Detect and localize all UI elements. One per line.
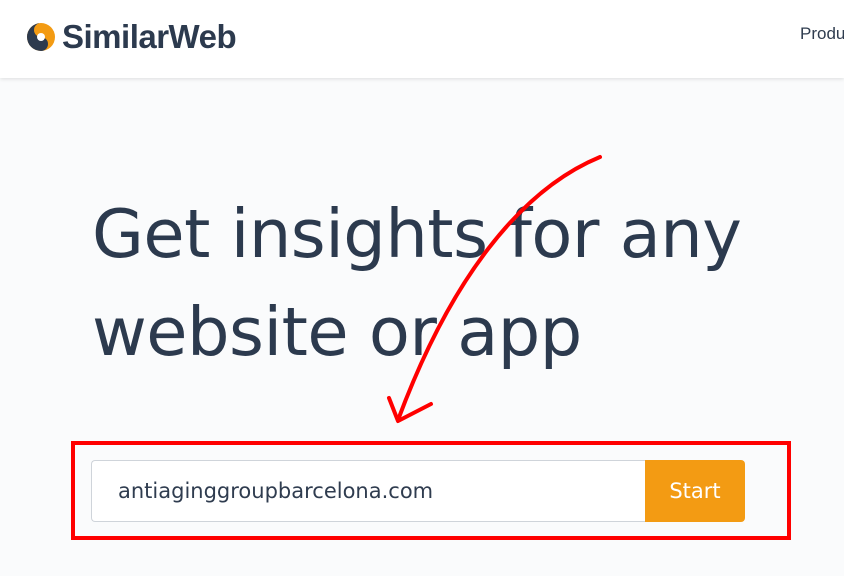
logo-text: SimilarWeb	[62, 18, 237, 55]
headline-line-2: website or app	[92, 293, 582, 371]
similarweb-logo-icon	[27, 23, 55, 51]
nav-item-products[interactable]: Produ	[800, 23, 844, 45]
hero-headline: Get insights for any website or app	[92, 185, 812, 381]
start-button[interactable]: Start	[645, 460, 745, 522]
similarweb-logo[interactable]: SimilarWeb	[26, 17, 237, 57]
website-search-input[interactable]	[91, 460, 647, 522]
top-navigation-bar: SimilarWeb Produ	[0, 0, 844, 78]
headline-line-1: Get insights for any	[92, 195, 742, 273]
